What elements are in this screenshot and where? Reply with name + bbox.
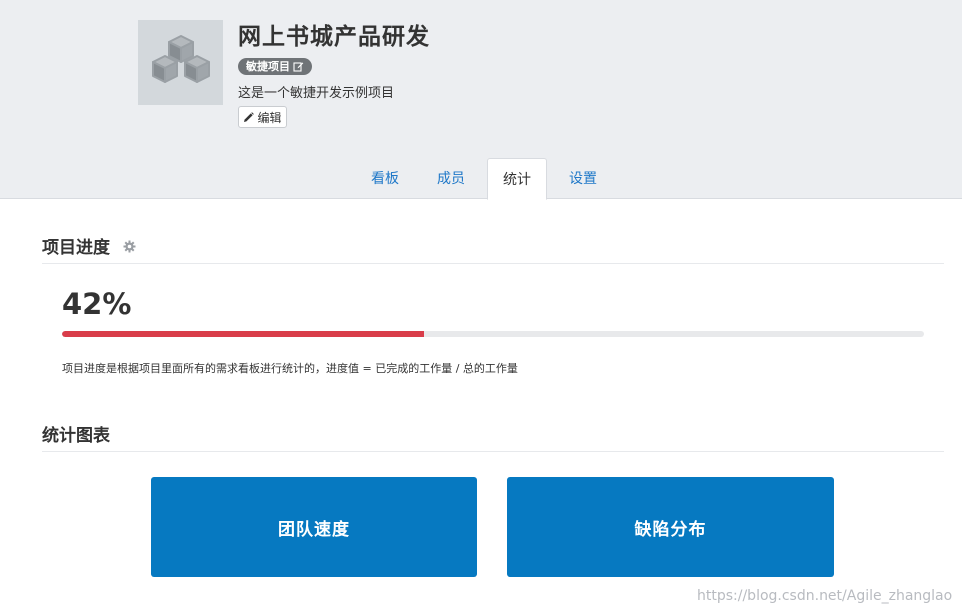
pencil-icon [243,111,255,123]
tab-statistics[interactable]: 统计 [487,158,547,200]
watermark: https://blog.csdn.net/Agile_zhanglao [697,588,953,604]
project-type-label: 敏捷项目 [246,60,290,73]
defect-distribution-card[interactable]: 缺陷分布 [507,477,834,577]
section-divider [42,451,944,452]
section-divider [42,263,944,264]
edit-badge-icon [293,61,304,72]
edit-button-label: 编辑 [257,110,282,125]
progress-explanation: 项目进度是根据项目里面所有的需求看板进行统计的，进度值 = 已完成的工作量 / … [62,362,518,375]
tab-members[interactable]: 成员 [422,158,480,200]
progress-bar-fill [62,331,425,337]
team-velocity-card[interactable]: 团队速度 [151,477,477,577]
project-title: 网上书城产品研发 [238,24,430,50]
project-type-badge[interactable]: 敏捷项目 [238,58,312,75]
project-header: 网上书城产品研发 敏捷项目 这是一个敏捷开发示例项目 编辑 看板 成员 统计 设… [0,0,962,200]
charts-section-title: 统计图表 [42,426,110,446]
progress-section-title: 项目进度 [42,238,110,258]
project-description: 这是一个敏捷开发示例项目 [238,86,395,101]
tab-settings[interactable]: 设置 [553,158,613,200]
cubes-icon [138,20,223,105]
progress-bar [62,331,924,337]
edit-project-button[interactable]: 编辑 [238,106,287,128]
progress-percentage: 42% [62,287,132,321]
tab-kanban[interactable]: 看板 [355,158,415,200]
gear-icon[interactable] [123,238,136,257]
